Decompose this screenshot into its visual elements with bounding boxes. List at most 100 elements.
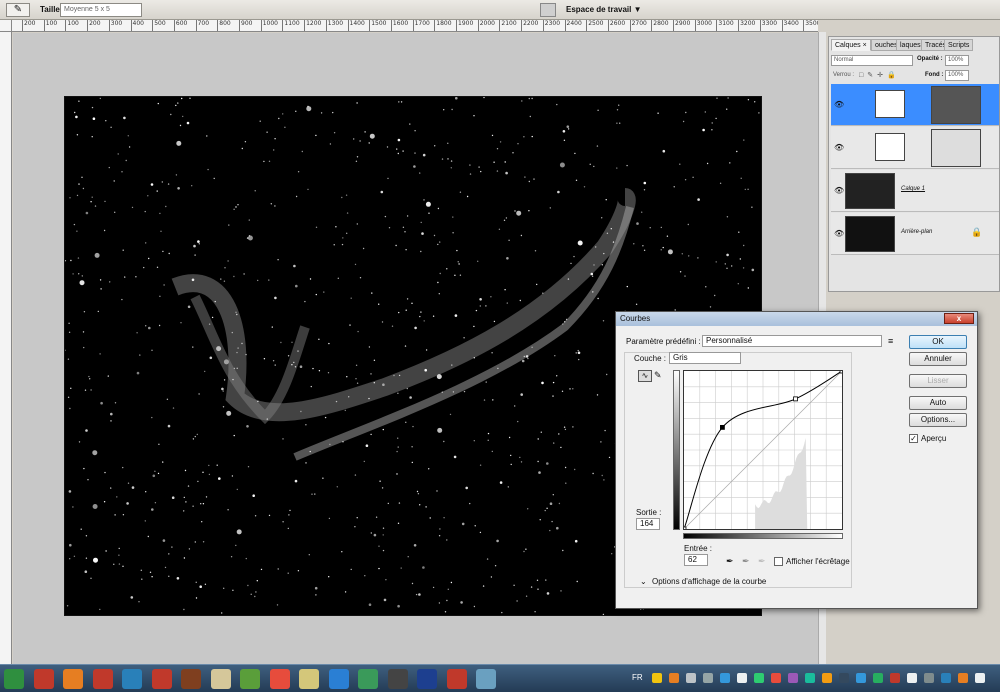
white-eyedropper-icon[interactable]: ✒ — [758, 556, 766, 567]
preview-checkbox[interactable]: ✓ — [909, 434, 918, 443]
preset-select[interactable]: Personnalisé — [702, 335, 882, 347]
star — [208, 323, 211, 325]
ruler-tick-label: 1800 — [434, 20, 452, 31]
lock-icons[interactable]: □✎✛🔒 — [859, 71, 900, 79]
tray-icon[interactable] — [958, 673, 968, 683]
curve-control-point[interactable] — [681, 526, 687, 532]
close-button[interactable]: x — [944, 313, 974, 324]
input-field[interactable]: 62 — [684, 554, 708, 566]
filezilla-icon[interactable] — [92, 669, 113, 689]
smooth-button[interactable]: Lisser — [909, 374, 967, 388]
tray-icon[interactable] — [669, 673, 679, 683]
expand-icon[interactable]: ⌄ — [640, 577, 647, 586]
star — [273, 149, 275, 151]
star — [245, 557, 247, 560]
workspace-menu[interactable]: Espace de travail ▼ — [566, 5, 642, 14]
layer-calque-1[interactable]: 👁 Calque 1 — [831, 170, 999, 212]
tray-icon[interactable] — [890, 673, 900, 683]
tray-icon[interactable] — [652, 673, 662, 683]
black-eyedropper-icon[interactable]: ✒ — [726, 556, 734, 567]
cancel-button[interactable]: Annuler — [909, 352, 967, 366]
star — [329, 443, 331, 446]
output-field[interactable]: 164 — [636, 518, 660, 530]
layer-curves[interactable]: 👁 — [831, 84, 999, 126]
auto-button[interactable]: Auto — [909, 396, 967, 410]
star — [697, 257, 699, 259]
app-icon[interactable] — [151, 669, 172, 689]
star — [65, 349, 66, 351]
star — [287, 527, 289, 530]
tray-icon[interactable] — [771, 673, 781, 683]
eye-icon[interactable]: 👁 — [834, 229, 844, 239]
curve-control-point[interactable] — [839, 368, 845, 374]
app-icon[interactable] — [122, 669, 142, 689]
curve-edit-icon[interactable]: ∿ — [638, 370, 652, 382]
tray-icon[interactable] — [839, 673, 849, 683]
display-options-label[interactable]: Options d'affichage de la courbe — [652, 577, 766, 586]
star — [356, 102, 358, 104]
tray-icon[interactable] — [703, 673, 713, 683]
app-icon[interactable] — [240, 669, 260, 689]
curve-control-point[interactable] — [793, 396, 798, 402]
eyedropper-icon[interactable]: ✎ — [6, 3, 30, 17]
tray-icon[interactable] — [805, 673, 815, 683]
star — [530, 586, 533, 588]
eye-icon[interactable]: 👁 — [834, 143, 844, 153]
curve-control-point[interactable] — [720, 424, 725, 430]
star — [443, 440, 445, 443]
size-select[interactable]: Moyenne 5 x 5 — [60, 3, 142, 17]
app-icon[interactable] — [33, 669, 54, 689]
app-icon[interactable] — [358, 669, 378, 689]
photoshop-icon[interactable] — [417, 669, 437, 689]
gray-eyedropper-icon[interactable]: ✒ — [742, 556, 750, 567]
star — [563, 139, 566, 141]
ok-button[interactable]: OK — [909, 335, 967, 349]
clipping-checkbox[interactable] — [774, 557, 783, 566]
tray-icon[interactable] — [924, 673, 934, 683]
options-button[interactable]: Options... — [909, 413, 967, 427]
language-indicator[interactable]: FR — [632, 673, 643, 682]
curves-graph[interactable] — [681, 368, 845, 532]
curve-plot[interactable] — [681, 368, 845, 532]
skype-icon[interactable] — [328, 669, 349, 689]
opacity-field[interactable]: 100% — [945, 55, 969, 66]
tray-icon[interactable] — [873, 673, 883, 683]
star — [354, 263, 357, 266]
star — [542, 292, 544, 294]
tray-icon[interactable] — [907, 673, 917, 683]
channel-select[interactable]: Gris — [669, 352, 741, 364]
eye-icon[interactable]: 👁 — [834, 100, 844, 110]
layer-levels[interactable]: 👁 — [831, 127, 999, 169]
tab-scripts[interactable]: Scripts — [944, 39, 974, 51]
explorer-icon[interactable] — [210, 669, 231, 689]
tray-icon[interactable] — [856, 673, 866, 683]
star — [506, 257, 509, 260]
firefox-icon[interactable] — [63, 669, 83, 689]
tray-icon[interactable] — [737, 673, 747, 683]
fill-field[interactable]: 100% — [945, 70, 969, 81]
app-icon[interactable] — [476, 669, 496, 689]
app-icon[interactable] — [181, 669, 201, 689]
tray-icon[interactable] — [941, 673, 951, 683]
tray-icon[interactable] — [975, 673, 985, 683]
pencil-icon[interactable]: ✎ — [654, 370, 662, 381]
tray-icon[interactable] — [754, 673, 764, 683]
windows-orb-icon[interactable] — [4, 669, 24, 689]
tray-icon[interactable] — [720, 673, 730, 683]
app-icon[interactable] — [387, 669, 408, 689]
preset-menu-icon[interactable]: ≡ — [888, 336, 893, 346]
eye-icon[interactable]: 👁 — [834, 186, 844, 196]
star — [131, 486, 135, 489]
tray-icon[interactable] — [822, 673, 832, 683]
layer-background[interactable]: 👁 Arrière-plan 🔒 — [831, 213, 999, 255]
app-icon[interactable] — [446, 669, 467, 689]
tab-layers[interactable]: Calques × — [831, 39, 871, 51]
workspace-icon[interactable] — [540, 3, 556, 17]
star — [529, 115, 531, 118]
tray-icon[interactable] — [686, 673, 696, 683]
star — [136, 371, 140, 375]
chrome-icon[interactable] — [269, 669, 290, 689]
folder-icon[interactable] — [299, 669, 319, 689]
blend-mode-select[interactable]: Normal — [831, 55, 913, 66]
tray-icon[interactable] — [788, 673, 798, 683]
